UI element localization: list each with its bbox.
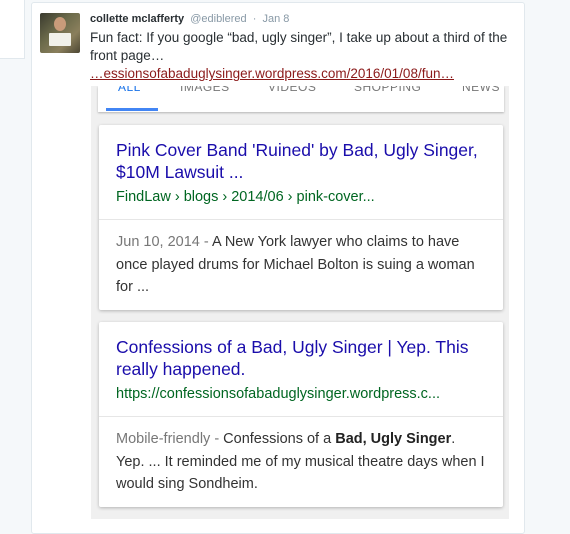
user-handle[interactable]: @ediblered [190,13,246,25]
result-snippet-bold: Singer [406,431,452,447]
result-breadcrumb: FindLaw › blogs › 2014/06 › pink-cover..… [116,189,375,205]
tweet-media-image[interactable]: ALL IMAGES VIDEOS SHOPPING NEWS Pink Cov… [91,86,509,519]
adjacent-panel-edge [0,0,25,59]
tab-all[interactable]: ALL [118,86,141,94]
avatar-face [54,17,66,31]
mobile-friendly-label: Mobile-friendly - [116,431,224,447]
result-date: Jun 10, 2014 - [116,234,212,250]
result-title-link[interactable]: Pink Cover Band 'Ruined' by Bad, Ugly Si… [116,139,486,183]
avatar-sign [49,33,71,46]
tab-news[interactable]: NEWS [462,86,500,94]
avatar[interactable] [40,13,80,53]
tweet-body: Fun fact: If you google “bad, ugly singe… [90,30,508,63]
result-snippet: Jun 10, 2014 - A New York lawyer who cla… [99,220,503,310]
search-result-card[interactable]: Pink Cover Band 'Ruined' by Bad, Ugly Si… [99,125,503,310]
result-header: Pink Cover Band 'Ruined' by Bad, Ugly Si… [99,125,503,220]
result-title-link[interactable]: Confessions of a Bad, Ugly Singer | Yep.… [116,336,486,380]
tab-shopping[interactable]: SHOPPING [354,86,421,94]
result-url: https://confessionsofabaduglysinger.word… [116,386,441,402]
result-snippet-text: Confessions of a [223,431,336,447]
search-tabs-bar: ALL IMAGES VIDEOS SHOPPING NEWS [98,86,504,112]
tweet-header: collette mclafferty @ediblered · Jan 8 [90,13,289,25]
display-name[interactable]: collette mclafferty [90,13,184,25]
active-tab-indicator [106,108,158,111]
tab-videos[interactable]: VIDEOS [268,86,316,94]
result-snippet: Mobile-friendly - Confessions of a Bad, … [99,417,503,507]
tweet-timestamp[interactable]: Jan 8 [262,13,289,25]
separator-dot: · [252,13,257,25]
result-header: Confessions of a Bad, Ugly Singer | Yep.… [99,322,503,417]
tweet-link[interactable]: …essionsofabaduglysinger.wordpress.com/2… [90,65,512,83]
tab-images[interactable]: IMAGES [180,86,230,94]
search-result-card[interactable]: Confessions of a Bad, Ugly Singer | Yep.… [99,322,503,507]
tweet-text: Fun fact: If you google “bad, ugly singe… [90,29,512,83]
result-snippet-bold: Bad, Ugly [335,431,403,447]
